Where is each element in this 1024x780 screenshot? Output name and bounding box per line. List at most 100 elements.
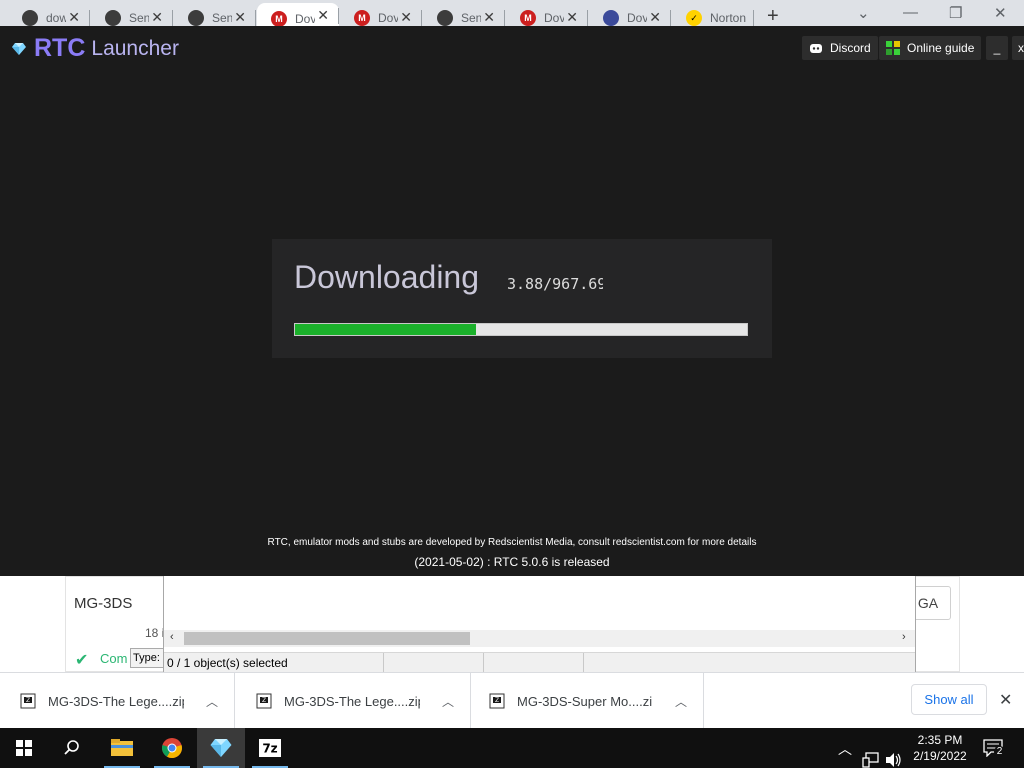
download-progress-fill <box>295 324 476 335</box>
norton-icon: ✓ <box>686 10 702 26</box>
clock-date: 2/19/2022 <box>913 749 967 763</box>
selection-status: 0 / 1 object(s) selected <box>167 656 288 670</box>
search-engine-icon <box>105 10 121 26</box>
card-status: Com <box>100 651 128 666</box>
tab-close-icon[interactable]: ✕ <box>151 9 163 26</box>
zip-file-icon: Z <box>20 693 36 709</box>
tab-search-icon[interactable]: ⌄ <box>857 4 870 22</box>
tray-chevron-icon[interactable]: ︿ <box>838 739 852 779</box>
download-item-name: MG-3DS-The Lege....zip <box>48 693 184 709</box>
tab-close-icon[interactable]: ✕ <box>234 9 246 26</box>
diamond-icon <box>210 739 232 757</box>
chevron-up-icon[interactable]: ︿ <box>442 693 454 710</box>
online-guide-button[interactable]: Online guide <box>879 36 982 60</box>
card-title: MG-3DS <box>74 595 133 612</box>
guide-icon <box>886 41 900 55</box>
diamond-icon <box>12 42 26 55</box>
search-engine-icon <box>437 10 453 26</box>
tab-close-icon[interactable]: ✕ <box>649 9 661 26</box>
discord-button[interactable]: Discord <box>802 36 878 60</box>
browser-tab-title: Sen <box>129 11 149 25</box>
sevenzip-icon: 7z <box>259 739 281 757</box>
taskbar-chrome[interactable] <box>148 728 196 768</box>
download-panel: Downloading 3.88/967.69 <box>272 239 772 358</box>
github-icon <box>22 10 38 26</box>
download-item-name: MG-3DS-Super Mo....zip <box>517 693 653 709</box>
tab-close-icon[interactable]: ✕ <box>68 9 80 26</box>
windows-taskbar: 7z ︿ 2:35 PM 2/19/2022 2 <box>0 728 1024 768</box>
network-icon[interactable] <box>862 740 880 780</box>
download-shelf: Z MG-3DS-The Lege....zip ︿ Z MG-3DS-The … <box>0 672 1024 729</box>
start-button[interactable] <box>0 728 48 768</box>
taskbar-file-explorer[interactable] <box>98 728 146 768</box>
sevenzip-window: ‹ › 0 / 1 object(s) selected <box>163 576 916 673</box>
download-item[interactable]: Z MG-3DS-Super Mo....zip ︿ <box>469 673 704 729</box>
app-minimize-button[interactable]: _ <box>986 36 1008 60</box>
browser-tab-title: Norton <box>710 11 747 25</box>
chevron-up-icon[interactable]: ︿ <box>206 693 218 710</box>
scroll-right-icon[interactable]: › <box>902 631 906 643</box>
sevenzip-statusbar: 0 / 1 object(s) selected <box>164 652 915 673</box>
window-close-button[interactable]: ✕ <box>994 4 1007 22</box>
windows-icon <box>16 740 32 756</box>
taskbar-7zip[interactable]: 7z <box>246 728 294 768</box>
tab-close-icon[interactable]: ✕ <box>566 9 578 26</box>
type-label: Type: <box>130 648 166 668</box>
app-name-launcher: Launcher <box>91 36 179 60</box>
scroll-left-icon[interactable]: ‹ <box>170 631 174 643</box>
svg-text:Z: Z <box>495 697 499 704</box>
app-name-rtc: RTC <box>34 34 86 62</box>
discord-label: Discord <box>830 41 871 55</box>
notification-count: 2 <box>994 746 1005 757</box>
new-tab-button[interactable]: + <box>767 5 779 28</box>
download-size: 3.88/967.69 <box>507 275 603 293</box>
svg-text:Z: Z <box>26 697 30 704</box>
tab-close-icon[interactable]: ✕ <box>317 7 329 24</box>
download-item-name: MG-3DS-The Lege....zip <box>284 693 420 709</box>
show-all-button[interactable]: Show all <box>911 684 987 715</box>
download-item[interactable]: Z MG-3DS-The Lege....zip ︿ <box>0 673 235 729</box>
mega-icon: M <box>271 10 287 27</box>
download-item[interactable]: Z MG-3DS-The Lege....zip ︿ <box>236 673 471 729</box>
browser-tab-title: dow <box>46 11 66 25</box>
chrome-icon <box>162 738 182 759</box>
horizontal-scrollbar[interactable]: ‹ › <box>164 630 915 647</box>
svg-text:7z: 7z <box>262 742 277 756</box>
tab-close-icon[interactable]: ✕ <box>483 9 495 26</box>
chevron-up-icon[interactable]: ︿ <box>675 693 687 710</box>
news-text: (2021-05-02) : RTC 5.0.6 is released <box>414 555 610 569</box>
search-button[interactable] <box>48 728 96 768</box>
search-icon <box>64 740 79 755</box>
browser-tab-title: Sen <box>461 11 481 25</box>
discord-icon <box>810 44 822 53</box>
taskbar-rtc-launcher[interactable] <box>197 728 245 768</box>
site-icon <box>603 10 619 26</box>
window-restore-button[interactable]: ❐ <box>949 4 962 22</box>
browser-tab-title: Sen <box>212 11 232 25</box>
browser-tab-title: Dov <box>295 11 315 26</box>
app-close-button[interactable]: x <box>1012 36 1024 60</box>
scrollbar-thumb[interactable] <box>184 632 470 645</box>
zip-file-icon: Z <box>489 693 505 709</box>
close-icon[interactable]: ✕ <box>999 690 1012 710</box>
credits-text: RTC, emulator mods and stubs are develop… <box>267 537 757 548</box>
browser-tab-title: Dov <box>378 11 398 25</box>
system-clock[interactable]: 2:35 PM 2/19/2022 <box>905 732 975 764</box>
browser-tab-title: Dov <box>627 11 647 25</box>
rtc-launcher-window: RTC Launcher Discord Online guide _ x Do… <box>0 26 1024 576</box>
clock-time: 2:35 PM <box>917 733 963 747</box>
search-engine-icon <box>188 10 204 26</box>
mega-icon: M <box>520 10 536 26</box>
folder-icon <box>111 739 133 756</box>
download-progress-bar <box>294 323 748 336</box>
volume-icon[interactable] <box>885 740 903 780</box>
tab-close-icon[interactable]: ✕ <box>400 9 412 26</box>
card-item-count: 18 i <box>145 626 165 640</box>
check-icon: ✔ <box>75 652 89 669</box>
mega-icon: M <box>354 10 370 26</box>
window-minimize-button[interactable]: — <box>903 4 918 21</box>
download-title: Downloading <box>294 259 480 295</box>
browser-tab-title: Dov <box>544 11 564 25</box>
notification-center-button[interactable]: 2 <box>983 739 1005 758</box>
online-guide-label: Online guide <box>907 41 975 55</box>
